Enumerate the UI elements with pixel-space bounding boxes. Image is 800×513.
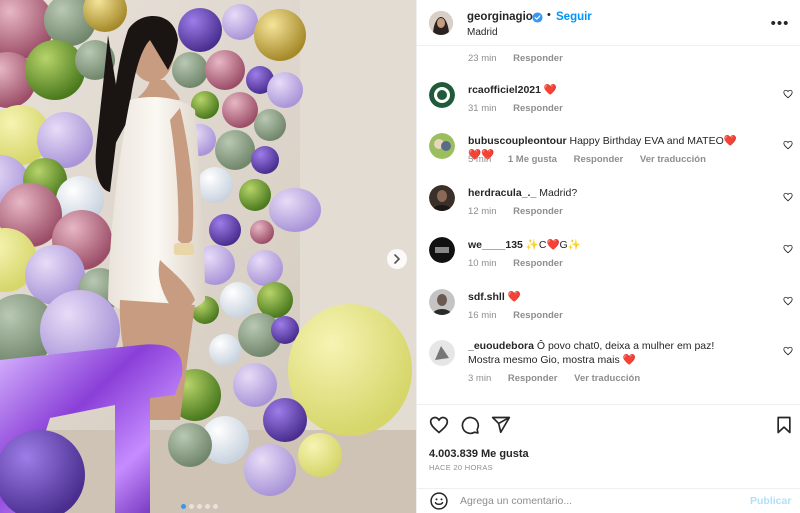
like-icon[interactable] [429, 415, 449, 435]
comment-time: 3 min [468, 373, 492, 384]
comment-text: ❤️ [543, 84, 557, 96]
reply-button[interactable]: Responder [513, 103, 563, 114]
comment-time: 31 min [468, 103, 497, 114]
share-icon[interactable] [491, 415, 511, 435]
comment-time: 12 min [468, 206, 497, 217]
comment-time: 16 min [468, 310, 497, 321]
publish-button[interactable]: Publicar [750, 495, 791, 507]
comment-text-block: herdracula_._ Madrid? [468, 186, 748, 200]
avatar-image [429, 133, 455, 159]
comment-input[interactable] [460, 492, 730, 510]
carousel-dot [213, 504, 218, 509]
like-comment-icon[interactable] [783, 140, 793, 150]
post-username[interactable]: georginagio [467, 11, 533, 23]
avatar-image [429, 11, 453, 35]
post-header: georginagio • Seguir Madrid ••• [417, 0, 800, 46]
more-options-button[interactable]: ••• [771, 14, 789, 32]
post-timestamp: HACE 20 HORAS [429, 463, 493, 472]
reply-button[interactable]: Responder [513, 310, 563, 321]
like-comment-icon[interactable] [783, 346, 793, 356]
comment-text: ✨C❤️G✨ [525, 239, 581, 251]
comment-meta: 12 min Responder [468, 206, 577, 217]
commenter-avatar[interactable] [429, 133, 455, 159]
carousel-dot [197, 504, 202, 509]
comment-meta: 10 min Responder [468, 258, 577, 269]
comment-username[interactable]: bubuscoupleontour [468, 135, 567, 147]
reply-button[interactable]: Responder [513, 206, 563, 217]
like-comment-icon[interactable] [783, 244, 793, 254]
avatar-image [429, 340, 455, 366]
comment-meta: 3 min Responder Ver traducción [468, 373, 654, 384]
carousel-indicator [181, 504, 218, 509]
verified-badge-icon [532, 12, 543, 23]
avatar-image [429, 289, 455, 315]
next-slide-button[interactable] [387, 249, 407, 269]
more-options-icon: ••• [770, 14, 790, 32]
comment-text-block: rcaofficiel2021 ❤️ [468, 83, 748, 97]
post-photo[interactable] [0, 0, 416, 513]
emoji-icon[interactable] [429, 491, 449, 511]
comment-text-block: we____135 ✨C❤️G✨ [468, 238, 748, 252]
comment-username[interactable]: _euoudebora [468, 340, 534, 352]
comment-time: 10 min [468, 258, 497, 269]
commenter-avatar[interactable] [429, 289, 455, 315]
see-translation-button[interactable]: Ver traducción [574, 373, 640, 384]
reply-button[interactable]: Responder [508, 373, 558, 384]
see-translation-button[interactable]: Ver traducción [640, 154, 706, 165]
carousel-dot [205, 504, 210, 509]
comment-meta: 5 min 1 Me gusta Responder Ver traducció… [468, 154, 720, 165]
commenter-avatar[interactable] [429, 82, 455, 108]
carousel-dot [189, 504, 194, 509]
avatar-image [429, 185, 455, 211]
comment-text-block: sdf.shll ❤️ [468, 290, 748, 304]
carousel-dot [181, 504, 186, 509]
comment-text: ❤️ [507, 291, 521, 303]
comment-username[interactable]: sdf.shll [468, 291, 505, 303]
like-comment-icon[interactable] [783, 89, 793, 99]
comment-meta: 16 min Responder [468, 310, 577, 321]
comment-text: Madrid? [539, 187, 578, 199]
like-comment-icon[interactable] [783, 192, 793, 202]
avatar[interactable] [429, 11, 453, 35]
comment-username[interactable]: we____135 [468, 239, 523, 251]
comment-likes-count[interactable]: 1 Me gusta [508, 154, 557, 165]
chevron-right-icon [394, 254, 400, 264]
like-comment-icon[interactable] [783, 296, 793, 306]
likes-count[interactable]: 4.003.839 Me gusta [429, 448, 529, 460]
comment-text-block: _euoudebora Ô povo chat0, deixa a mulher… [468, 339, 748, 367]
commenter-avatar[interactable] [429, 237, 455, 263]
save-bookmark-icon[interactable] [774, 415, 794, 435]
post-actions: 4.003.839 Me gusta HACE 20 HORAS [417, 404, 800, 488]
commenter-avatar[interactable] [429, 185, 455, 211]
photo-image [0, 0, 416, 513]
comment-icon[interactable] [460, 415, 480, 435]
post-location[interactable]: Madrid [467, 27, 498, 38]
add-comment-bar: Publicar [417, 488, 800, 513]
comments-list[interactable]: 23 min Responder rcaofficiel2021 ❤️ 31 m… [417, 47, 800, 404]
comment-time: 23 min [468, 53, 497, 64]
comment-username[interactable]: herdracula_._ [468, 187, 536, 199]
comment-time: 5 min [468, 154, 492, 165]
separator-dot: • [547, 9, 551, 21]
comment-meta-partial: 23 min Responder [468, 53, 577, 64]
reply-button[interactable]: Responder [513, 258, 563, 269]
post-panel: georginagio • Seguir Madrid ••• 23 min R… [416, 0, 800, 513]
commenter-avatar[interactable] [429, 340, 455, 366]
avatar-image [429, 237, 455, 263]
reply-button[interactable]: Responder [574, 154, 624, 165]
reply-button[interactable]: Responder [513, 53, 563, 64]
comment-username[interactable]: rcaofficiel2021 [468, 84, 541, 96]
avatar-image [429, 82, 455, 108]
comment-meta: 31 min Responder [468, 103, 577, 114]
follow-button[interactable]: Seguir [556, 11, 592, 23]
